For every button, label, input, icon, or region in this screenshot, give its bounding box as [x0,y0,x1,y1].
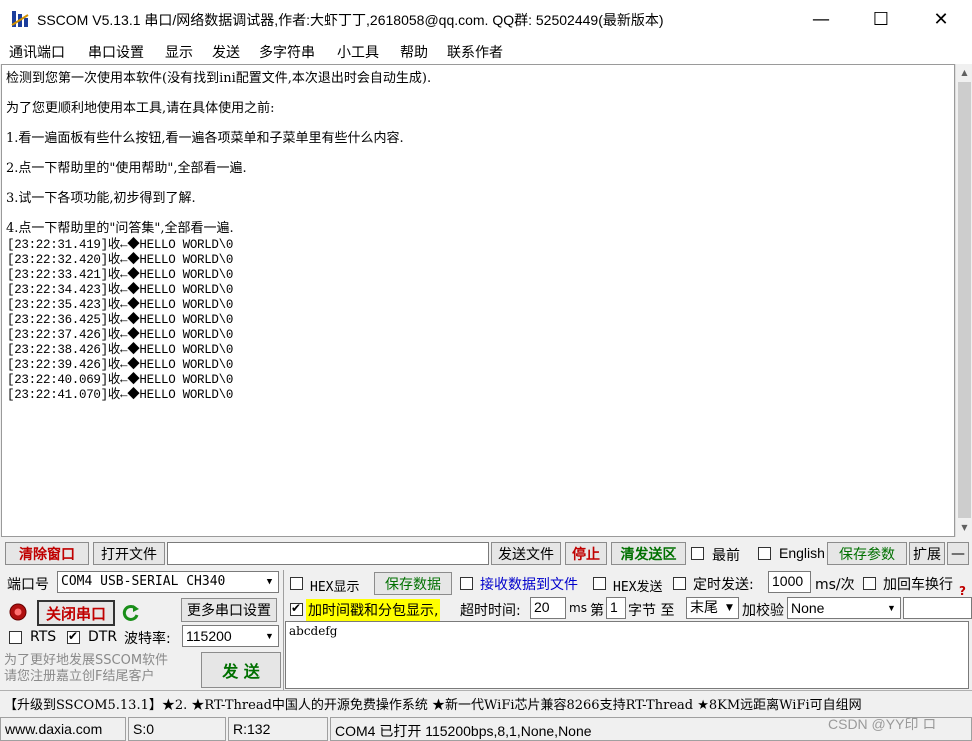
clear-window-button[interactable]: 清除窗口 [5,542,89,565]
refresh-icon[interactable] [121,603,141,623]
output-vertical-scrollbar[interactable]: ▲ ▼ [955,64,972,537]
timestamp-checkbox[interactable] [290,601,303,616]
title-bar: SSCOM V5.13.1 串口/网络数据调试器,作者:大虾丁丁,2618058… [0,0,972,38]
topmost-label: 最前 [712,548,740,564]
dtr-label: DTR [88,629,118,645]
collapse-button[interactable]: — [947,542,969,565]
baud-rate-label: 波特率: [124,631,171,647]
byte-range-label: 字节 至 [628,603,675,619]
byte-to-value: 末尾 [690,600,718,616]
window-title: SSCOM V5.13.1 串口/网络数据调试器,作者:大虾丁丁,2618058… [37,12,664,28]
timeout-unit-label: ms [569,601,587,615]
baud-rate-value: 115200 [186,628,232,644]
intro-line: 检测到您第一次使用本软件(没有找到ini配置文件,本次退出时会自动生成). [6,71,432,86]
port-select[interactable]: COM4 USB-SERIAL CH340 ▼ [57,571,279,593]
hex-send-label: HEX发送 [613,580,663,595]
byte-to-select[interactable]: 末尾 ▼ [686,597,739,619]
status-port-text: COM4 已打开 115200bps,8,1,None,None [335,723,592,739]
scroll-up-icon[interactable]: ▲ [956,64,972,81]
clear-send-area-button[interactable]: 清发送区 [611,542,686,565]
english-label: English [779,545,825,561]
chevron-down-icon[interactable]: ▼ [261,626,278,646]
status-website[interactable]: www.daxia.com [0,717,126,741]
send-text-area[interactable]: abcdefg [285,621,969,689]
menu-bar: 通讯端口 串口设置 显示 发送 多字符串 小工具 帮助 联系作者 [0,38,972,64]
menu-multi-string[interactable]: 多字符串 [259,42,315,62]
status-sent-count: S:0 [128,717,226,741]
port-status-icon [9,603,27,621]
topmost-checkbox[interactable] [691,547,704,560]
promo-text[interactable]: 为了更好地发展SSCOM软件 请您注册嘉立创F结尾客户 [4,653,168,685]
english-checkbox[interactable] [758,547,771,560]
menu-help[interactable]: 帮助 [400,42,428,62]
minimize-button[interactable]: — [798,0,844,38]
file-path-input[interactable] [167,542,489,565]
menu-display[interactable]: 显示 [165,42,193,62]
status-received-count: R:132 [228,717,328,741]
rts-checkbox[interactable] [9,631,22,644]
send-file-button[interactable]: 发送文件 [491,542,561,565]
news-ticker[interactable]: 【升级到SSCOM5.13.1】★2. ★RT-Thread中国人的开源免费操作… [0,690,972,715]
interval-unit-label: ms/次 [815,577,855,593]
checksum-select[interactable]: None ▼ [787,597,901,619]
close-port-button[interactable]: 关闭串口 [37,600,115,626]
timestamp-label: 加时间戳和分包显示, [306,599,441,621]
checksum-label: 加校验 [742,603,784,619]
rts-label: RTS [30,629,57,645]
intro-line: 1.看一遍面板有些什么按钮,看一遍各项菜单和子菜单里有些什么内容. [6,131,404,146]
scrollbar-thumb[interactable] [958,82,971,518]
menu-serial-settings[interactable]: 串口设置 [88,42,144,62]
timeout-label: 超时时间: [460,603,521,619]
add-newline-label: 加回车换行 [883,577,953,593]
save-params-button[interactable]: 保存参数 [827,542,907,565]
chevron-down-icon[interactable]: ▼ [261,572,278,592]
intro-line: 2.点一下帮助里的"使用帮助",全部看一遍. [6,161,247,176]
recv-to-file-checkbox[interactable] [460,577,473,590]
dtr-checkbox[interactable] [67,629,80,644]
menu-contact-author[interactable]: 联系作者 [447,42,503,62]
hex-send-checkbox[interactable] [593,577,606,590]
stop-button[interactable]: 停止 [565,542,607,565]
send-button[interactable]: 发 送 [201,652,281,688]
port-label: 端口号 [7,577,49,593]
log-line: [23:22:41.070]收←◆HELLO WORLD\0 [7,388,234,402]
receive-output-area[interactable]: 检测到您第一次使用本软件(没有找到ini配置文件,本次退出时会自动生成). 为了… [1,64,955,537]
recv-to-file-label: 接收数据到文件 [480,577,578,593]
scroll-down-icon[interactable]: ▼ [956,519,972,536]
ticker-text[interactable]: 【升级到SSCOM5.13.1】★2. ★RT-Thread中国人的开源免费操作… [4,694,862,713]
expand-button[interactable]: 扩展 [909,542,945,565]
send-text-content: abcdefg [289,624,338,638]
port-select-value: COM4 USB-SERIAL CH340 [61,574,226,589]
baud-rate-select[interactable]: 115200 ▼ [182,625,279,647]
intro-line: 3.试一下各项功能,初步得到了解. [6,191,196,206]
open-file-button[interactable]: 打开文件 [93,542,165,565]
intro-line: 为了您更顺利地使用本工具,请在具体使用之前: [6,101,275,116]
more-serial-settings-button[interactable]: 更多串口设置 [181,598,277,622]
menu-send[interactable]: 发送 [212,42,240,62]
chevron-down-icon[interactable]: ▼ [721,598,738,618]
hex-display-label: HEX显示 [310,580,360,595]
hex-display-checkbox[interactable] [290,577,303,590]
byte-from-input[interactable]: 1 [606,597,626,619]
timed-send-checkbox[interactable] [673,577,686,590]
byte-prefix-label: 第 [590,603,604,619]
menu-tools[interactable]: 小工具 [337,42,379,62]
chevron-down-icon[interactable]: ▼ [883,598,900,618]
save-data-button[interactable]: 保存数据 [374,572,452,595]
close-button[interactable]: ✕ [918,0,964,38]
timed-send-label: 定时发送: [693,577,754,593]
add-newline-checkbox[interactable] [863,577,876,590]
watermark-text: CSDN @YY印 ロ [828,716,937,732]
checksum-value: None [791,600,825,616]
interval-input[interactable]: 1000 [768,571,811,593]
help-question-icon[interactable]: ? [959,584,966,598]
app-logo-icon [10,9,30,29]
menu-comm-port[interactable]: 通讯端口 [9,42,65,62]
checksum-extra-field[interactable] [903,597,972,619]
timeout-input[interactable]: 20 [530,597,566,619]
panel-divider [283,570,284,690]
maximize-button[interactable]: ☐ [858,0,904,38]
